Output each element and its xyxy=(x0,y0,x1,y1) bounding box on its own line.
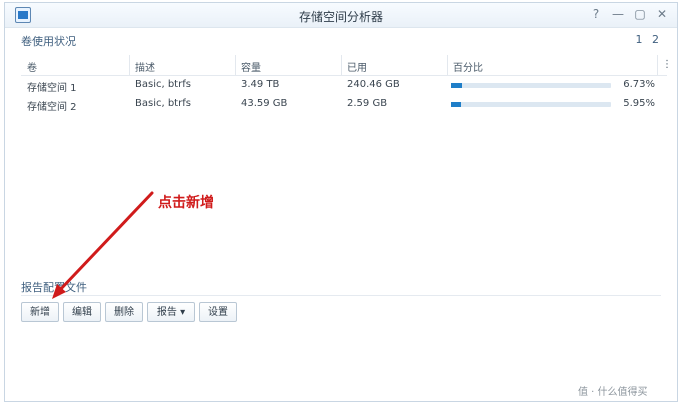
watermark: 值 · 什么值得买 xyxy=(578,387,648,398)
annotation-arrow xyxy=(52,191,154,299)
annotation-label: 点击新增 xyxy=(158,195,214,211)
